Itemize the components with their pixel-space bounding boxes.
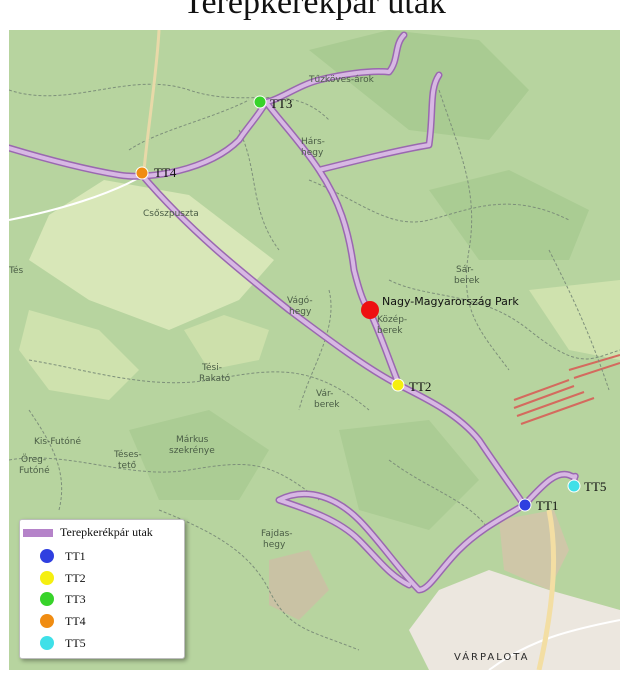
tt2-label: TT2 — [409, 379, 431, 394]
route-swatch — [23, 529, 53, 537]
place-label-teses-teto: tető — [118, 461, 137, 471]
tt2-marker[interactable] — [391, 378, 405, 392]
map-legend: Terepkerékpár utak TT1 TT2 TT3 TT4 TT5 — [19, 519, 185, 659]
place-label-var: berek — [314, 400, 340, 410]
place-label-hars: hegy — [301, 148, 324, 158]
place-label-oreg-futone: Futóné — [19, 465, 50, 476]
tt3-marker[interactable] — [253, 95, 267, 109]
place-label-kozep: berek — [377, 326, 403, 336]
legend-tt5-dot — [40, 636, 54, 650]
legend-tt1-dot — [40, 549, 54, 563]
tt5-marker[interactable] — [567, 479, 581, 493]
legend-tt2-label: TT2 — [65, 571, 86, 585]
place-label-csoszpuszta: Csőszpuszta — [143, 209, 199, 219]
legend-tt5-label: TT5 — [65, 636, 86, 650]
place-label-oreg-futone: Öreg- — [21, 454, 46, 465]
place-label-vago: Vágó- — [287, 295, 313, 306]
place-label-tes: Tés — [9, 265, 24, 276]
place-label-varpalota: VÁRPALOTA — [454, 650, 529, 663]
tt3-label: TT3 — [270, 96, 292, 111]
legend-tt1-label: TT1 — [65, 549, 86, 563]
legend-tt4-label: TT4 — [65, 614, 86, 628]
legend-route-label: Terepkerékpár utak — [60, 525, 153, 539]
tt4-marker[interactable] — [135, 166, 149, 180]
place-label-tesi-rakato: Tési- — [201, 362, 222, 373]
place-label-vago: hegy — [289, 307, 312, 317]
place-label-fajdas: hegy — [263, 540, 286, 550]
place-label-kozep: Közép- — [377, 314, 407, 325]
legend-tt3-dot — [40, 592, 54, 606]
legend-tt3-label: TT3 — [65, 592, 86, 606]
place-label-markus: Márkus — [176, 435, 209, 445]
legend-tt4-dot — [40, 614, 54, 628]
place-label-markus: szekrénye — [169, 445, 215, 456]
park-label: Nagy-Magyarország Park — [382, 295, 519, 308]
park-marker[interactable] — [361, 301, 379, 319]
place-label-var: Vár- — [316, 389, 333, 399]
place-label-fajdas: Fajdas- — [261, 529, 293, 539]
tt5-label: TT5 — [584, 479, 606, 494]
place-label-sar: berek — [454, 276, 480, 286]
place-label-teses-teto: Téses- — [113, 449, 142, 460]
tt1-marker[interactable] — [518, 498, 532, 512]
tt4-label: TT4 — [154, 165, 177, 180]
tt1-label: TT1 — [536, 498, 558, 513]
place-label-tuzkoves: Tűzköves-árok — [308, 75, 375, 85]
place-label-sar: Sár- — [456, 265, 474, 275]
place-label-tesi-rakato: Rakató — [199, 373, 231, 384]
legend-tt2-dot — [40, 571, 54, 585]
place-label-hars: Hárs- — [301, 137, 325, 147]
map-title: Terepkerékpár utak — [183, 0, 446, 21]
place-label-kis-futone: Kis-Futóné — [34, 436, 81, 447]
